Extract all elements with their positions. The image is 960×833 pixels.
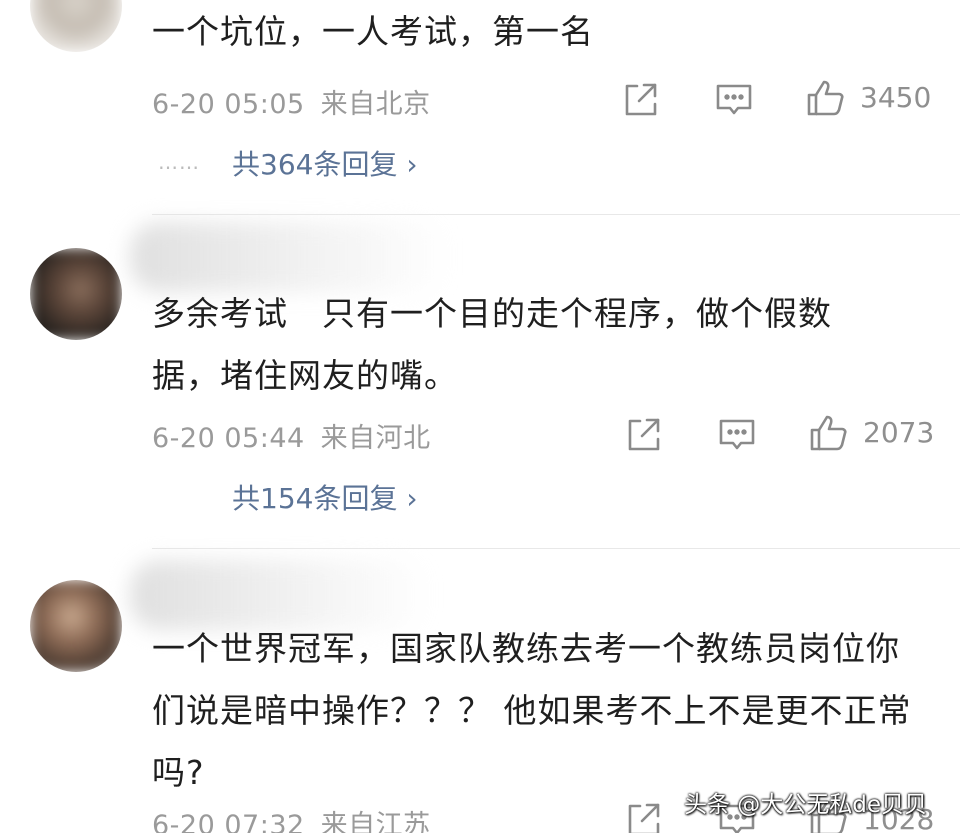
like-button[interactable] (809, 413, 849, 453)
comment-location: 来自北京 (320, 89, 431, 120)
comment-meta: 6-20 05:44 来自河北 (152, 416, 431, 455)
share-button[interactable] (620, 80, 660, 120)
share-button[interactable] (623, 800, 663, 833)
comment-text: 多余考试 只有一个目的走个程序，做个假数据，堵住网友的嘴。 (152, 294, 832, 395)
replies-dots: …… (158, 150, 200, 174)
avatar[interactable] (30, 0, 122, 52)
comment-text: 一个世界冠军，国家队教练去考一个教练员岗位你们说是暗中操作？？？ 他如果考不上不… (152, 629, 912, 792)
divider (152, 214, 960, 215)
share-icon (625, 83, 657, 116)
comment-text: 一个坑位，一人考试，第一名 (152, 12, 594, 51)
comment-location: 来自江苏 (320, 810, 431, 833)
avatar[interactable] (30, 248, 122, 340)
share-icon (628, 418, 660, 451)
comment-button[interactable] (717, 415, 757, 455)
view-replies-link[interactable]: 共154条回复 › (232, 477, 418, 517)
comment-date: 6-20 05:44 (152, 423, 305, 454)
avatar[interactable] (30, 580, 122, 672)
thumbs-up-icon (810, 415, 847, 451)
comment-meta: 6-20 05:05 来自北京 (152, 82, 431, 121)
divider (152, 548, 960, 549)
comment-meta: 6-20 07:32 来自江苏 (152, 803, 431, 833)
share-icon (628, 803, 660, 833)
comment-icon (716, 84, 752, 115)
share-button[interactable] (623, 415, 663, 455)
comment-button[interactable] (714, 80, 754, 120)
watermark: 头条 @大公无私de贝贝 (684, 792, 928, 818)
comment-icon (719, 419, 755, 450)
comment-date: 6-20 07:32 (152, 810, 305, 833)
comment-date: 6-20 05:05 (152, 89, 305, 120)
comment-location: 来自河北 (320, 423, 431, 454)
comment-list: 一个坑位，一人考试，第一名 6-20 05:05 来自北京 3450 …… 共36… (0, 0, 960, 833)
like-count: 3450 (860, 81, 932, 114)
view-replies-link[interactable]: 共364条回复 › (232, 143, 418, 183)
thumbs-up-icon (807, 80, 844, 116)
like-count: 2073 (863, 416, 935, 449)
username-blurred (130, 222, 450, 292)
like-button[interactable] (806, 78, 846, 118)
